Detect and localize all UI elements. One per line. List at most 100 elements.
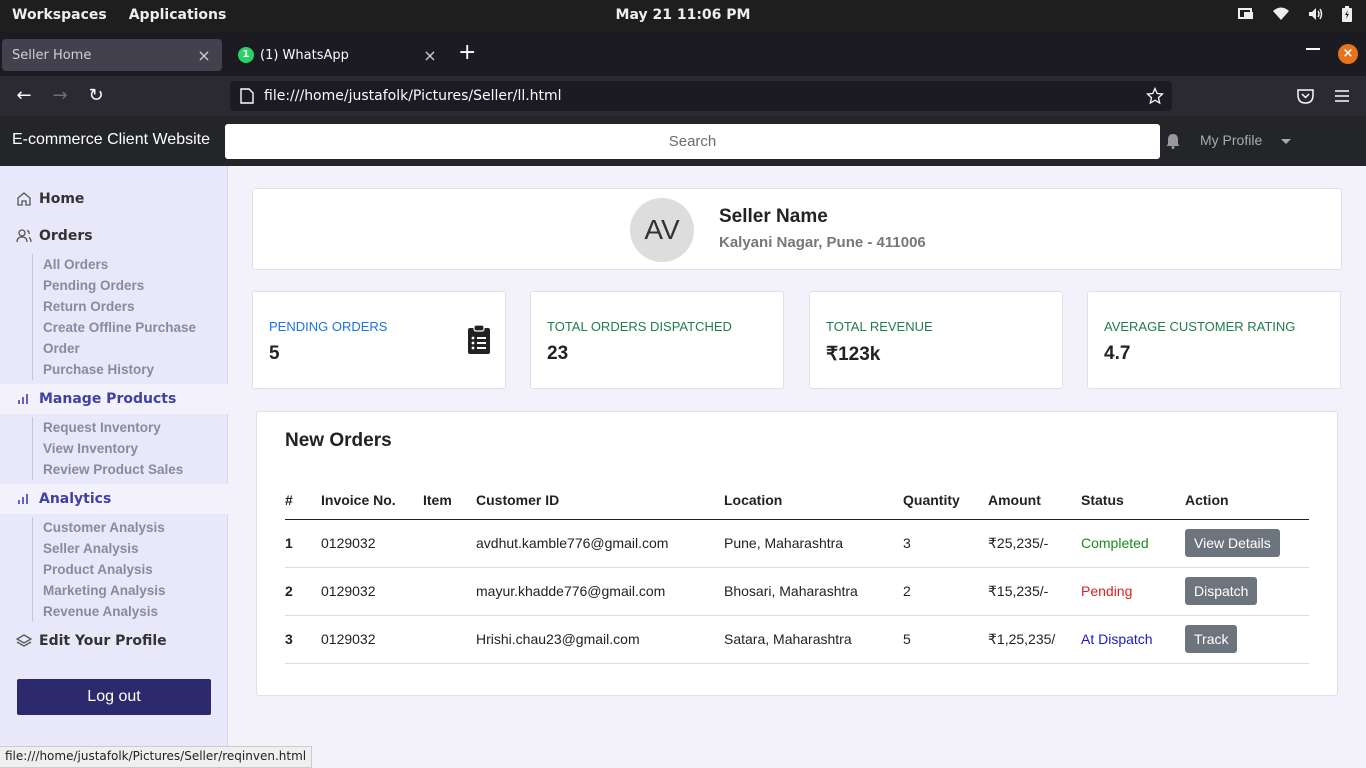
row-invoice: 0129032 [321, 519, 423, 568]
back-button[interactable]: ← [12, 84, 36, 108]
col-header-customer: Customer ID [476, 482, 724, 520]
tab-whatsapp[interactable]: 1 (1) WhatsApp × [228, 39, 448, 71]
row-amount: ₹1,25,235/ [988, 615, 1081, 664]
table-row: 2 0129032 mayur.khadde776@gmail.com Bhos… [285, 567, 1309, 616]
pocket-icon[interactable] [1297, 88, 1314, 104]
sidebar-link-purchase-history[interactable]: Purchase History [43, 359, 196, 380]
sidebar-item-label: Analytics [39, 491, 112, 507]
sidebar-link-view-inventory[interactable]: View Inventory [43, 438, 183, 459]
sidebar-link-return-orders[interactable]: Return Orders [43, 296, 196, 317]
bar-chart-icon [18, 394, 28, 404]
tab-title: Seller Home [12, 47, 92, 63]
sidebar-item-label: Edit Your Profile [39, 633, 167, 649]
hamburger-menu-icon[interactable] [1334, 89, 1350, 103]
page-icon [240, 88, 254, 104]
close-icon[interactable]: × [196, 46, 212, 65]
site-brand[interactable]: E-commerce Client Website [12, 131, 210, 149]
sidebar-item-analytics[interactable]: Analytics [0, 484, 228, 514]
sidebar-link-marketing-analysis[interactable]: Marketing Analysis [43, 580, 166, 601]
sidebar-link-review-product-sales[interactable]: Review Product Sales [43, 459, 183, 480]
url-text: file:///home/justafolk/Pictures/Seller/l… [264, 88, 562, 104]
sidebar-link-request-inventory[interactable]: Request Inventory [43, 417, 183, 438]
sidebar-link-create-offline-purchase[interactable]: Create Offline Purchase [43, 317, 196, 338]
sidebar-link-create-offline-purchase-order[interactable]: Order [43, 338, 196, 359]
row-status: At Dispatch [1081, 615, 1185, 664]
bookmark-star-icon[interactable] [1146, 87, 1164, 105]
sidebar-item-edit-profile[interactable]: Edit Your Profile [0, 626, 228, 656]
stat-value: 5 [269, 343, 280, 364]
reload-button[interactable]: ↻ [84, 84, 108, 108]
dispatch-button[interactable]: Dispatch [1185, 577, 1258, 605]
close-icon[interactable]: × [422, 46, 438, 65]
sidebar-item-manage-products[interactable]: Manage Products [0, 384, 228, 414]
window-close-button[interactable]: × [1338, 44, 1358, 64]
manage-products-submenu: Request Inventory View Inventory Review … [32, 417, 183, 480]
seller-address: Kalyani Nagar, Pune - 411006 [719, 234, 926, 251]
stat-card-total-revenue: TOTAL REVENUE ₹123k [809, 291, 1063, 389]
system-tray[interactable] [1238, 6, 1352, 22]
stat-value: 4.7 [1104, 343, 1131, 364]
row-location: Pune, Maharashtra [724, 519, 903, 568]
browser-tab-strip: Seller Home × 1 (1) WhatsApp × + [0, 32, 1366, 76]
minimize-button[interactable] [1306, 48, 1320, 50]
row-location: Satara, Maharashtra [724, 615, 903, 664]
sidebar-item-label: Manage Products [39, 391, 177, 407]
orders-submenu: All Orders Pending Orders Return Orders … [32, 254, 196, 380]
wifi-icon[interactable] [1272, 7, 1290, 21]
search-input[interactable] [225, 124, 1160, 159]
row-number: 2 [285, 567, 321, 616]
row-number: 1 [285, 519, 321, 568]
site-header: E-commerce Client Website My Profile [0, 116, 1366, 166]
avatar: AV [630, 198, 694, 262]
display-icon[interactable] [1238, 7, 1254, 21]
sidebar-link-all-orders[interactable]: All Orders [43, 254, 196, 275]
tab-seller-home[interactable]: Seller Home × [2, 39, 222, 71]
col-header-number: # [285, 482, 321, 520]
col-header-quantity: Quantity [903, 482, 988, 520]
volume-icon[interactable] [1308, 7, 1324, 21]
row-status: Completed [1081, 519, 1185, 568]
system-top-bar: Workspaces Applications May 21 11:06 PM [0, 0, 1366, 32]
table-header-row: # Invoice No. Item Customer ID Location … [285, 482, 1309, 520]
row-customer: mayur.khadde776@gmail.com [476, 567, 724, 616]
layers-icon [16, 634, 32, 647]
orders-title: New Orders [285, 430, 392, 451]
sidebar-link-customer-analysis[interactable]: Customer Analysis [43, 517, 166, 538]
row-customer: avdhut.kamble776@gmail.com [476, 519, 724, 568]
stat-card-total-dispatched: TOTAL ORDERS DISPATCHED 23 [530, 291, 784, 389]
sidebar-link-seller-analysis[interactable]: Seller Analysis [43, 538, 166, 559]
col-header-location: Location [724, 482, 903, 520]
url-bar[interactable]: file:///home/justafolk/Pictures/Seller/l… [230, 81, 1172, 111]
system-clock[interactable]: May 21 11:06 PM [0, 7, 1366, 23]
sidebar-item-home[interactable]: Home [0, 184, 228, 214]
col-header-item: Item [423, 482, 476, 520]
sidebar-item-label: Orders [39, 228, 93, 244]
bell-icon[interactable] [1166, 133, 1180, 149]
stat-card-average-rating: AVERAGE CUSTOMER RATING 4.7 [1087, 291, 1341, 389]
link-status-tooltip: file:///home/justafolk/Pictures/Seller/r… [0, 746, 313, 768]
stat-label: TOTAL ORDERS DISPATCHED [547, 319, 732, 334]
stat-value: 23 [547, 343, 569, 364]
sidebar-link-product-analysis[interactable]: Product Analysis [43, 559, 166, 580]
row-quantity: 5 [903, 615, 988, 664]
view-details-button[interactable]: View Details [1185, 529, 1280, 557]
logout-button[interactable]: Log out [17, 679, 211, 715]
sidebar: Home Orders All Orders Pending Orders Re… [0, 166, 228, 768]
forward-button[interactable]: → [48, 84, 72, 108]
row-item [423, 519, 476, 568]
stat-label: PENDING ORDERS [269, 319, 388, 334]
seller-profile-card: AV Seller Name Kalyani Nagar, Pune - 411… [252, 188, 1342, 270]
stat-label: TOTAL REVENUE [826, 319, 933, 334]
new-tab-button[interactable]: + [458, 42, 476, 64]
my-profile-dropdown[interactable]: My Profile [1200, 132, 1262, 148]
chevron-down-icon[interactable] [1281, 139, 1291, 144]
row-invoice: 0129032 [321, 567, 423, 616]
sidebar-link-revenue-analysis[interactable]: Revenue Analysis [43, 601, 166, 622]
analytics-submenu: Customer Analysis Seller Analysis Produc… [32, 517, 166, 622]
sidebar-item-label: Home [39, 191, 85, 207]
bar-chart-icon [18, 494, 28, 504]
sidebar-item-orders[interactable]: Orders [0, 221, 228, 251]
track-button[interactable]: Track [1185, 625, 1238, 653]
battery-icon[interactable] [1342, 6, 1352, 22]
sidebar-link-pending-orders[interactable]: Pending Orders [43, 275, 196, 296]
